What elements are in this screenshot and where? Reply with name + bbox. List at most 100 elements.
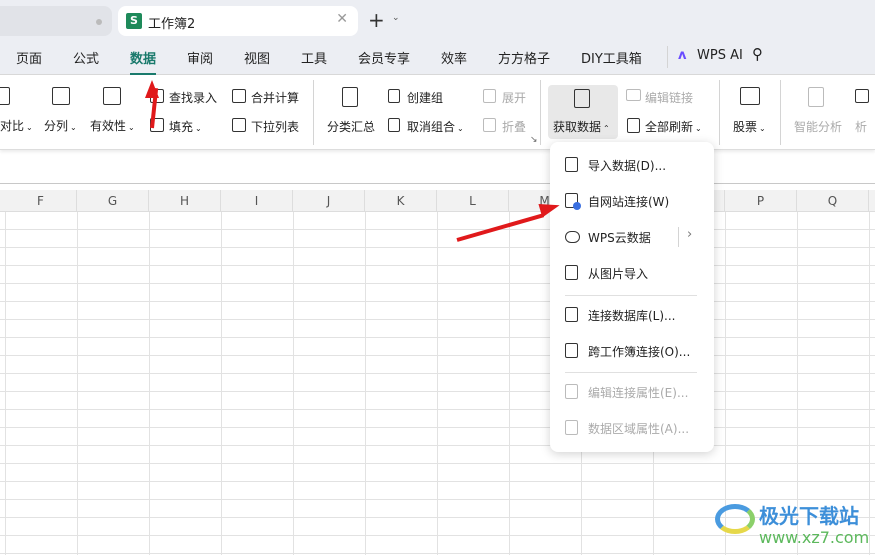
inactive-tab[interactable] — [0, 6, 112, 36]
tab-ffgz[interactable]: 方方格子 — [498, 48, 550, 67]
tab-data[interactable]: 数据 — [130, 48, 157, 75]
watermark-swirl-icon — [715, 504, 755, 534]
merge-calc-button[interactable]: 合并计算 — [251, 89, 299, 106]
new-tab-button[interactable]: + — [368, 8, 385, 32]
expand-icon — [483, 89, 496, 103]
arrowhead-icon — [145, 80, 159, 98]
watermark-name: 极光下载站 — [759, 504, 859, 528]
watermark-url: www.xz7.com — [759, 528, 870, 547]
subtotal-icon — [342, 87, 358, 107]
menu-divider — [565, 372, 697, 373]
tab-wps-ai[interactable]: WPS AI — [697, 48, 743, 63]
menu-item-import-data[interactable]: 导入数据(D)... — [550, 150, 714, 180]
menu-bar: 页面 公式 数据 审阅 视图 工具 会员专享 效率 方方格子 DIY工具箱 ʌ … — [0, 40, 875, 75]
divider — [719, 80, 720, 145]
tab-diy[interactable]: DIY工具箱 — [581, 48, 642, 67]
chevron-right-icon[interactable]: › — [687, 227, 692, 242]
smart-analysis-icon — [808, 87, 824, 107]
create-group-icon — [388, 89, 400, 103]
validity-button[interactable]: 有效性 ⌄ — [90, 117, 135, 134]
get-data-button[interactable]: 获取数据 ⌃ — [548, 85, 618, 139]
menu-item-range-props[interactable]: 数据区域属性(A)... — [550, 413, 714, 443]
split-column-icon — [52, 87, 70, 105]
column-header-L[interactable]: L — [437, 190, 509, 212]
validity-icon — [103, 87, 121, 105]
menu-item-web-connect[interactable]: 自网站连接(W) — [550, 186, 714, 216]
menu-item-workbook-link[interactable]: 跨工作簿连接(O)... — [550, 336, 714, 366]
ungroup-icon — [388, 118, 400, 132]
ungroup-button[interactable]: 取消组合 ⌄ — [407, 118, 464, 135]
edit-links-button[interactable]: 编辑链接 — [645, 89, 693, 106]
divider — [313, 80, 314, 145]
column-header-H[interactable]: H — [149, 190, 221, 212]
tab-tools[interactable]: 工具 — [301, 48, 327, 67]
collapse-icon — [483, 118, 496, 132]
menu-item-wps-cloud[interactable]: WPS云数据 › — [550, 222, 714, 252]
range-props-icon — [565, 420, 578, 435]
collapse-button[interactable]: 折叠 — [502, 118, 526, 135]
find-entry-button[interactable]: 查找录入 — [169, 89, 217, 106]
tab-page[interactable]: 页面 — [16, 48, 42, 67]
refresh-all-icon — [627, 118, 640, 133]
chevron-down-icon[interactable]: ⌄ — [392, 13, 400, 23]
dialog-launcher-icon[interactable]: ↘ — [530, 135, 538, 145]
get-data-icon — [574, 89, 590, 108]
cloud-data-icon — [565, 231, 580, 243]
get-data-label: 获取数据 — [553, 120, 602, 134]
formula-bar[interactable] — [0, 155, 875, 184]
column-header: F G H I J K L M N O P Q — [0, 190, 875, 212]
split-column-button[interactable]: 分列 ⌄ — [44, 117, 77, 134]
tab-view[interactable]: 视图 — [244, 48, 270, 67]
tab-formula[interactable]: 公式 — [73, 48, 99, 67]
menu-item-database[interactable]: 连接数据库(L)... — [550, 300, 714, 330]
tab-member[interactable]: 会员专享 — [358, 48, 410, 67]
refresh-all-button[interactable]: 全部刷新 ⌄ — [645, 118, 702, 135]
tab-review[interactable]: 审阅 — [187, 48, 213, 67]
more-button[interactable]: 析 — [855, 118, 867, 135]
menu-divider — [565, 295, 697, 296]
expand-button[interactable]: 展开 — [502, 89, 526, 106]
column-header-J[interactable]: J — [293, 190, 365, 212]
wps-ai-logo-icon: ʌ — [678, 48, 687, 63]
create-group-button[interactable]: 创建组 — [407, 89, 443, 106]
smart-analysis-button[interactable]: 智能分析 — [794, 118, 842, 135]
tab-efficiency[interactable]: 效率 — [441, 48, 467, 67]
merge-calc-icon — [232, 89, 246, 103]
cell-grid[interactable] — [0, 212, 875, 555]
column-header-P[interactable]: P — [725, 190, 797, 212]
active-tab[interactable]: S 工作簿2 ✕ — [118, 6, 358, 36]
dropdown-list-button[interactable]: 下拉列表 — [251, 118, 299, 135]
stocks-icon — [740, 87, 760, 105]
subtotal-button[interactable]: 分类汇总 — [327, 118, 375, 135]
spreadsheet-logo-icon: S — [126, 13, 142, 29]
divider — [667, 46, 668, 68]
divider — [678, 227, 679, 247]
dropdown-list-icon — [232, 118, 246, 132]
column-header-K[interactable]: K — [365, 190, 437, 212]
title-bar: S 工作簿2 ✕ + ⌄ — [0, 0, 875, 40]
column-header-G[interactable]: G — [77, 190, 149, 212]
tool-icon[interactable] — [855, 89, 869, 103]
stocks-button[interactable]: 股票 ⌄ — [733, 118, 766, 135]
divider — [780, 80, 781, 145]
edit-links-icon — [626, 89, 641, 101]
search-icon[interactable]: ⚲ — [752, 45, 763, 63]
tab-title: 工作簿2 — [148, 17, 196, 32]
compare-icon — [0, 87, 10, 105]
column-header-Q[interactable]: Q — [797, 190, 869, 212]
connection-props-icon — [565, 384, 578, 399]
close-icon[interactable]: ✕ — [336, 11, 348, 27]
menu-item-image-import[interactable]: 从图片导入 — [550, 258, 714, 288]
compare-button[interactable]: 对比 ⌄ — [0, 117, 33, 134]
tab-dot-icon — [96, 19, 102, 25]
ribbon: 对比 ⌄ 分列 ⌄ 有效性 ⌄ 查找录入 填充 ⌄ 合并计算 下拉列表 分类汇总 创建组… — [0, 75, 875, 150]
column-header-F[interactable]: F — [5, 190, 77, 212]
get-data-dropdown: 导入数据(D)... 自网站连接(W) WPS云数据 › 从图片导入 连接数据库(… — [550, 142, 714, 452]
menu-item-connection-props[interactable]: 编辑连接属性(E)... — [550, 377, 714, 407]
fill-button[interactable]: 填充 ⌄ — [169, 118, 202, 135]
image-import-icon — [565, 265, 578, 280]
database-icon — [565, 307, 578, 322]
globe-icon — [573, 202, 581, 210]
column-header-I[interactable]: I — [221, 190, 293, 212]
workbook-link-icon — [565, 343, 578, 358]
